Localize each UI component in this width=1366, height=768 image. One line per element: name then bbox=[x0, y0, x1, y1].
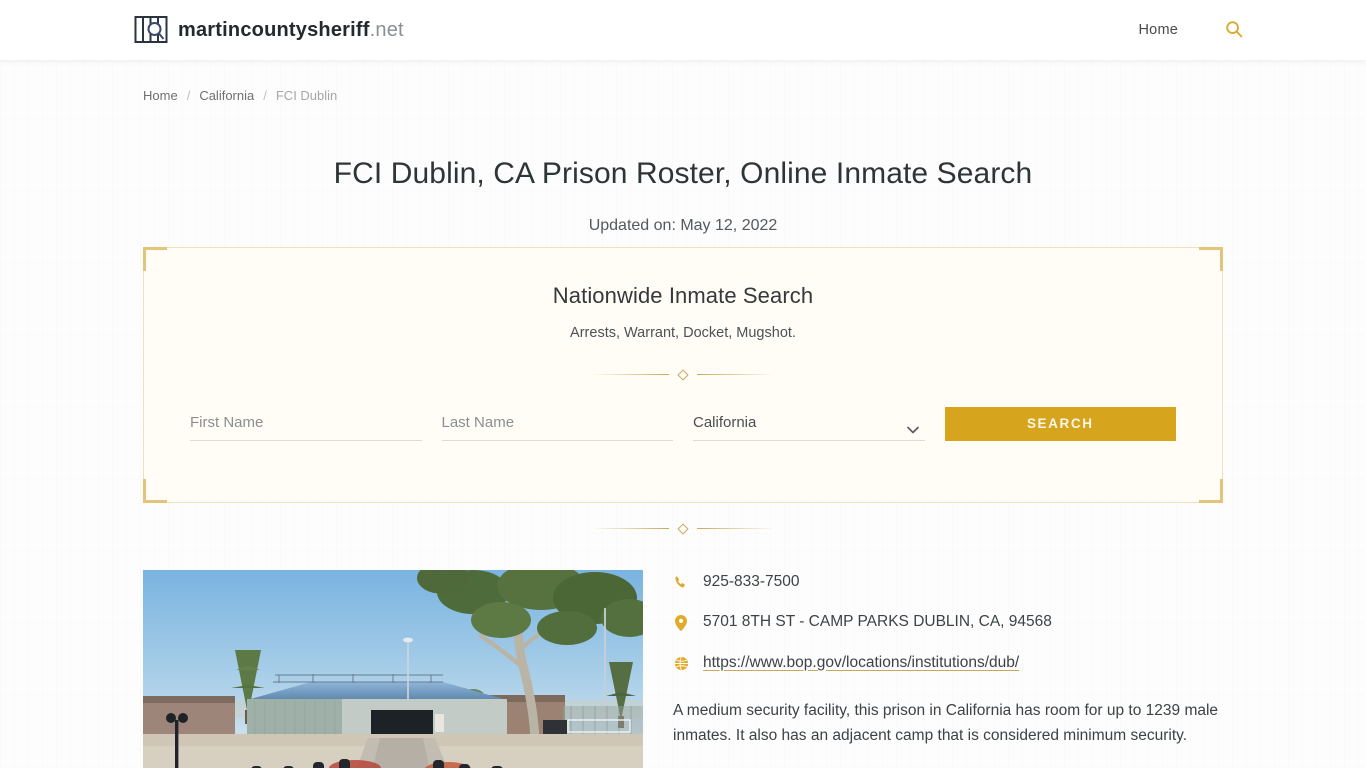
primary-nav: Home bbox=[1139, 20, 1244, 40]
facility-website-text: https://www.bop.gov/locations/institutio… bbox=[703, 654, 1019, 673]
facility-address: 5701 8TH ST - CAMP PARKS DUBLIN, CA, 945… bbox=[703, 613, 1052, 631]
facility-address-line: 5701 8TH ST - CAMP PARKS DUBLIN, CA, 945… bbox=[673, 613, 1223, 632]
panel-edge-top bbox=[167, 246, 1199, 248]
corner-bracket-top-right bbox=[1199, 246, 1223, 271]
site-header: martincountysheriff.net Home bbox=[0, 0, 1366, 60]
panel-edge-bottom bbox=[167, 501, 1199, 503]
facility-website-link[interactable]: https://www.bop.gov/locations/institutio… bbox=[703, 654, 1019, 671]
breadcrumb-separator: / bbox=[186, 88, 191, 103]
state-select-field: California bbox=[693, 407, 925, 441]
facility-phone-line: 925-833-7500 bbox=[673, 573, 1223, 592]
state-select[interactable]: California bbox=[693, 407, 925, 441]
phone-icon bbox=[673, 573, 689, 589]
page-body: Home / California / FCI Dublin FCI Dubli… bbox=[0, 60, 1366, 768]
corner-bracket-bottom-right bbox=[1199, 478, 1223, 503]
breadcrumb-separator: / bbox=[263, 88, 267, 103]
breadcrumb-item-home[interactable]: Home bbox=[143, 88, 178, 103]
breadcrumb-item-current: FCI Dublin bbox=[275, 88, 338, 103]
nationwide-inmate-search-panel: Nationwide Inmate Search Arrests, Warran… bbox=[143, 246, 1223, 503]
panel-edge-right bbox=[1222, 270, 1223, 479]
section-diamond-divider bbox=[583, 522, 783, 535]
search-icon bbox=[1225, 20, 1243, 41]
corner-bracket-bottom-left bbox=[143, 478, 167, 503]
last-name-field bbox=[441, 407, 673, 441]
brand-name: martincountysheriff bbox=[178, 19, 370, 41]
corner-bracket-top-left bbox=[143, 246, 167, 271]
facility-info: 925-833-7500 5701 8TH ST - CAMP PARKS DU… bbox=[673, 570, 1223, 749]
diamond-icon bbox=[677, 522, 689, 535]
last-name-input[interactable] bbox=[441, 407, 673, 441]
facility-website-line: https://www.bop.gov/locations/institutio… bbox=[673, 654, 1223, 673]
search-panel-title: Nationwide Inmate Search bbox=[552, 282, 814, 308]
divider-rule-right bbox=[697, 374, 775, 375]
divider-rule-left bbox=[591, 528, 669, 529]
inmate-search-form: California SEARCH bbox=[189, 406, 1177, 441]
search-panel-subtitle: Arrests, Warrant, Docket, Mugshot. bbox=[570, 324, 796, 341]
map-pin-icon bbox=[673, 613, 689, 632]
search-submit-button[interactable]: SEARCH bbox=[944, 406, 1176, 441]
brand-tld: .net bbox=[369, 19, 404, 41]
facility-phone[interactable]: 925-833-7500 bbox=[703, 573, 800, 592]
brand-text: martincountysheriff.net bbox=[178, 20, 404, 40]
nav-item-home[interactable]: Home bbox=[1139, 22, 1178, 38]
breadcrumb: Home / California / FCI Dublin bbox=[143, 60, 1223, 103]
panel-edge-left bbox=[143, 270, 144, 479]
divider-rule-right bbox=[697, 528, 775, 529]
first-name-field bbox=[190, 407, 422, 441]
updated-on-text: Updated on: May 12, 2022 bbox=[588, 216, 778, 234]
facility-photo bbox=[143, 569, 643, 768]
breadcrumb-item-california[interactable]: California bbox=[199, 88, 254, 103]
site-logo-link[interactable]: martincountysheriff.net bbox=[134, 15, 404, 45]
diamond-divider bbox=[583, 368, 783, 381]
content-container: Home / California / FCI Dublin FCI Dubli… bbox=[143, 60, 1223, 768]
jail-bars-magnifier-icon bbox=[134, 15, 168, 45]
globe-icon bbox=[673, 654, 689, 671]
page-title: FCI Dublin, CA Prison Roster, Online Inm… bbox=[333, 157, 1033, 190]
header-search-button[interactable] bbox=[1224, 20, 1244, 40]
first-name-input[interactable] bbox=[190, 407, 422, 441]
divider-rule-left bbox=[591, 374, 669, 375]
diamond-icon bbox=[677, 368, 689, 381]
facility-details: 925-833-7500 5701 8TH ST - CAMP PARKS DU… bbox=[143, 569, 1223, 768]
facility-description: A medium security facility, this prison … bbox=[673, 702, 1219, 745]
